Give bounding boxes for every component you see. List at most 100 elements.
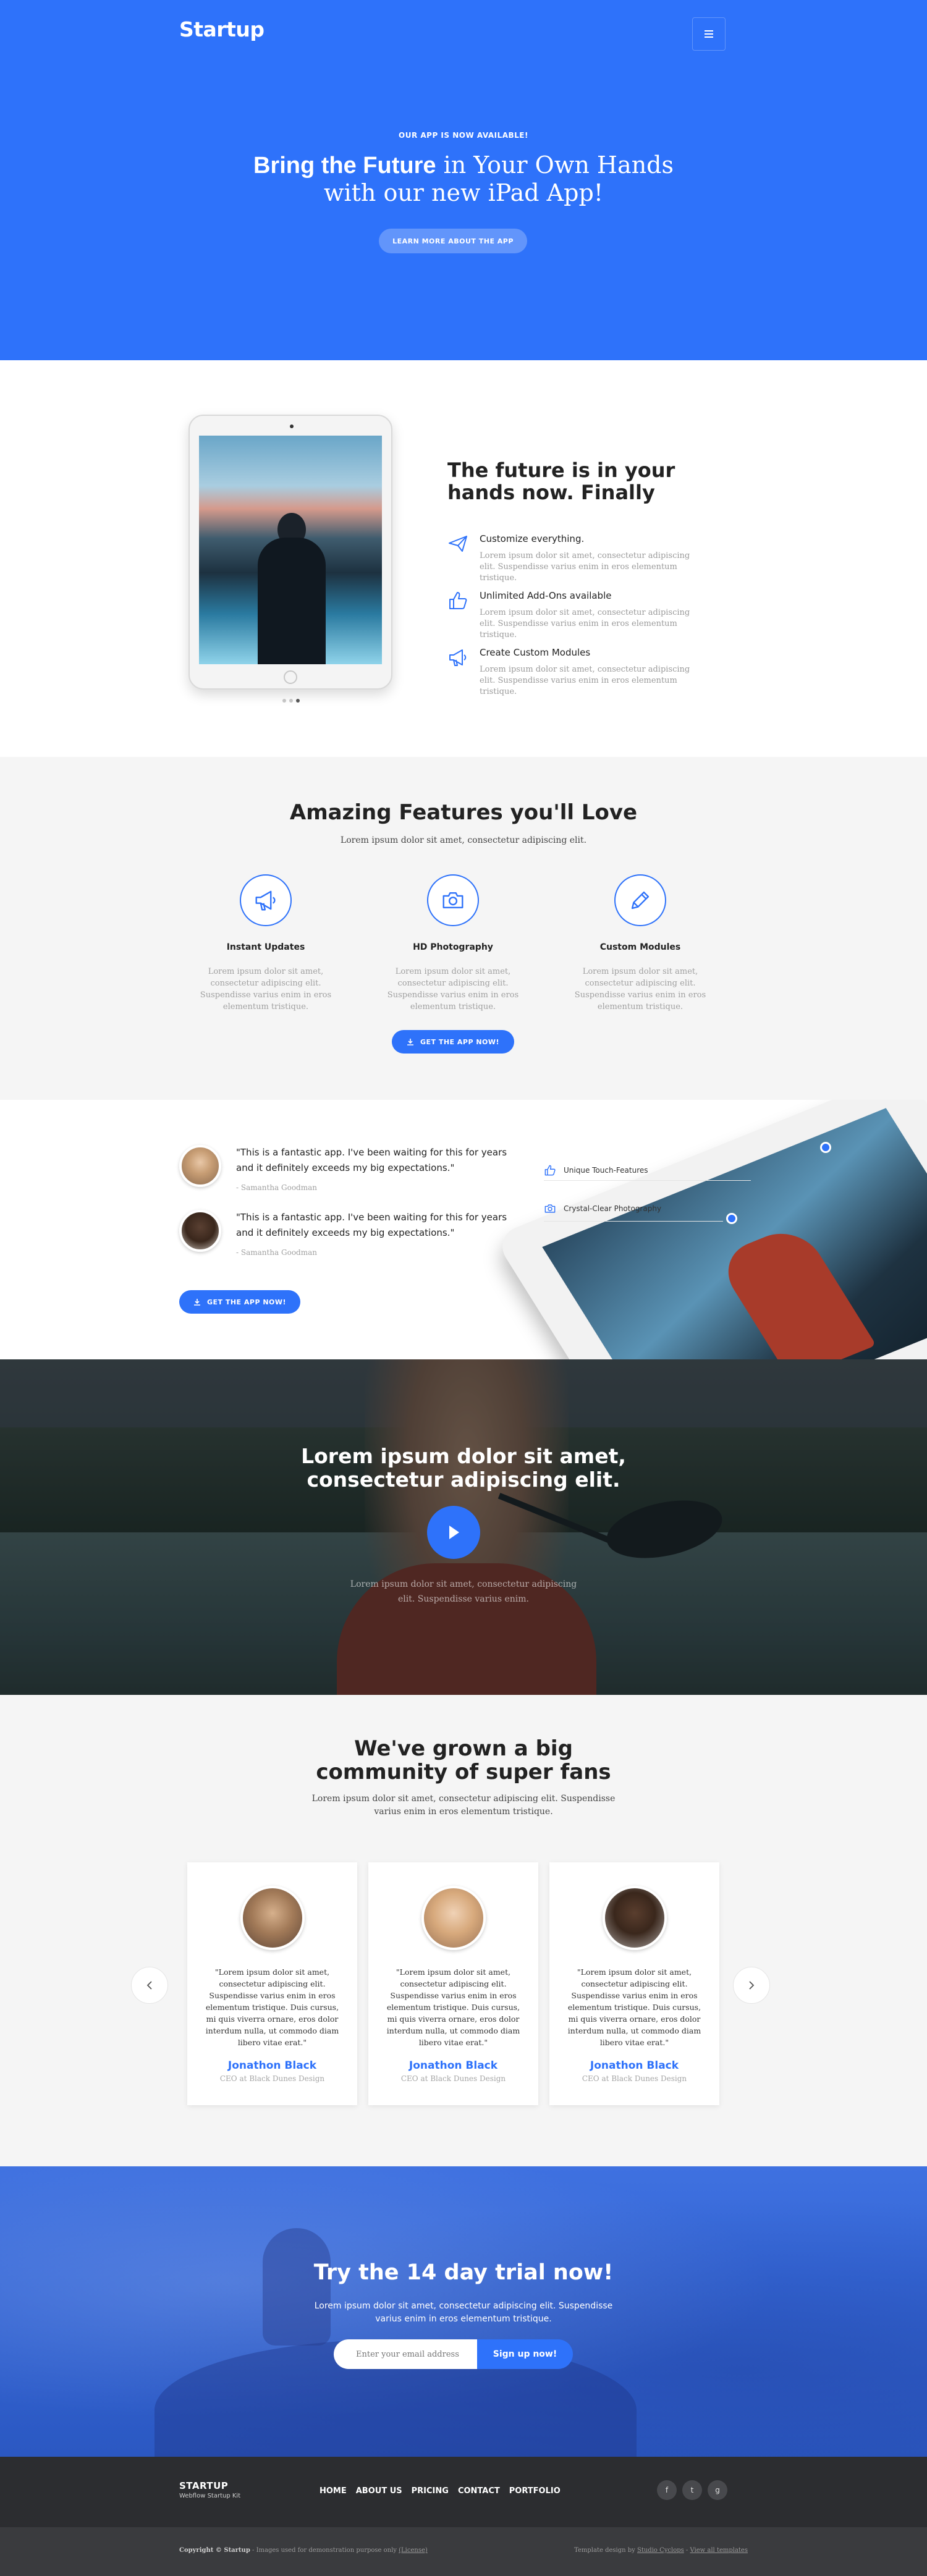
intro-feature: Unlimited Add-Ons available Lorem ipsum …: [447, 590, 707, 641]
hero-section: Startup OUR APP IS NOW AVAILABLE! Bring …: [0, 0, 927, 360]
features-title: Amazing Features you'll Love: [289, 800, 638, 825]
hotspot-label: Crystal-Clear Photography: [544, 1202, 661, 1215]
play-button[interactable]: [427, 1506, 480, 1559]
trial-subtitle-line-1: Lorem ipsum dolor sit amet, consectetur …: [314, 2301, 613, 2311]
community-subtitle: Lorem ipsum dolor sit amet, consectetur …: [0, 1793, 927, 1818]
get-app-button[interactable]: GET THE APP NOW!: [179, 1290, 300, 1314]
thumbs-up-icon: [544, 1165, 556, 1176]
testimonial-section: "This is a fantastic app. I've been wait…: [0, 1100, 927, 1359]
trial-subtitle-line-2: varius enim in eros elementum tristique.: [375, 2314, 552, 2324]
intro-feature-title: Create Custom Modules: [480, 647, 591, 658]
get-app-label: GET THE APP NOW!: [420, 1037, 500, 1046]
thumbs-up-icon: [449, 592, 467, 609]
footer-link-home[interactable]: HOME: [320, 2486, 347, 2496]
intro-title: The future is in your hands now. Finally: [447, 458, 675, 504]
hotspot-label-text: Crystal-Clear Photography: [564, 1204, 662, 1213]
footer-brand[interactable]: STARTUP: [179, 2480, 228, 2491]
feature-title: HD Photography: [413, 942, 493, 952]
hotspot-dot[interactable]: [820, 1142, 831, 1153]
facebook-icon[interactable]: f: [657, 2480, 677, 2500]
footer-link-about[interactable]: ABOUT US: [356, 2486, 402, 2496]
testimonial-card: "Lorem ipsum dolor sit amet, consectetur…: [368, 1862, 538, 2105]
video-title-line-2: consectetur adipiscing elit.: [307, 1467, 620, 1492]
chevron-right-icon: [749, 1981, 755, 1990]
testimonial: "This is a fantastic app. I've been wait…: [179, 1210, 525, 1257]
card-quote: "Lorem ipsum dolor sit amet, consectetur…: [567, 1967, 701, 2047]
testimonial: "This is a fantastic app. I've been wait…: [179, 1145, 525, 1192]
hotspot-label-text: Unique Touch-Features: [564, 1166, 648, 1175]
menu-button[interactable]: [692, 17, 726, 51]
feature-title: Custom Modules: [599, 942, 681, 952]
social-links: f t g: [657, 2480, 727, 2500]
tablet-image: [493, 1100, 927, 1359]
footer: STARTUP Webflow Startup Kit HOME ABOUT U…: [0, 2457, 927, 2527]
ipad-image: [188, 415, 392, 690]
get-app-button[interactable]: GET THE APP NOW!: [392, 1030, 514, 1054]
photo-person: [258, 538, 326, 664]
learn-more-button[interactable]: LEARN MORE ABOUT THE APP: [379, 229, 527, 253]
card-name: Jonathon Black: [227, 2059, 317, 2072]
chevron-left-icon: [146, 1981, 152, 1990]
megaphone-icon: [449, 649, 467, 666]
design-credit: Template design by Studio Cyclops - View…: [574, 2547, 748, 2554]
get-app-label: GET THE APP NOW!: [206, 1298, 287, 1306]
testimonial-quote: "This is a fantastic app. I've been wait…: [236, 1147, 507, 1173]
hotspot-dot[interactable]: [726, 1213, 737, 1224]
hotspot-line: [544, 1180, 751, 1181]
intro-feature-desc: Lorem ipsum dolor sit amet, consectetur …: [480, 608, 690, 640]
twitter-icon[interactable]: t: [682, 2480, 702, 2500]
slider-dot-active[interactable]: [296, 699, 300, 703]
studio-link[interactable]: Studio Cyclops: [637, 2547, 684, 2554]
intro-feature: Create Custom Modules Lorem ipsum dolor …: [447, 647, 707, 698]
email-input[interactable]: [334, 2339, 477, 2369]
community-title-line-1: We've grown a big: [354, 1736, 573, 1761]
feature-desc: Lorem ipsum dolor sit amet, consectetur …: [200, 967, 332, 1011]
signup-button[interactable]: Sign up now!: [477, 2339, 573, 2369]
copyright-note: - Images used for demonstration purpose …: [250, 2547, 399, 2554]
sub-footer: Copyright © Startup - Images used for de…: [0, 2527, 927, 2576]
slider-dot[interactable]: [289, 699, 293, 703]
slider-dots: [282, 699, 300, 703]
feature-title: Instant Updates: [226, 942, 305, 952]
hamburger-icon: [705, 30, 713, 38]
carousel-prev-button[interactable]: [131, 1967, 168, 2004]
trial-subtitle: Lorem ipsum dolor sit amet, consectetur …: [0, 2300, 927, 2326]
footer-tagline: Webflow Startup Kit: [179, 2493, 241, 2499]
card-quote: "Lorem ipsum dolor sit amet, consectetur…: [205, 1967, 339, 2047]
footer-link-pricing[interactable]: PRICING: [412, 2486, 449, 2496]
logo[interactable]: Startup: [179, 17, 265, 41]
ipad-camera: [290, 424, 294, 428]
footer-link-portfolio[interactable]: PORTFOLIO: [509, 2486, 561, 2496]
hero-title-bold: Bring the Future: [253, 153, 436, 179]
testimonial-author: - Samantha Goodman: [236, 1248, 318, 1257]
card-role: CEO at Black Dunes Design: [582, 2074, 687, 2083]
feature-card: HD Photography Lorem ipsum dolor sit ame…: [385, 874, 521, 1013]
avatar: [602, 1886, 667, 1950]
carousel-next-button[interactable]: [733, 1967, 770, 2004]
tablet-screen-photo: [542, 1108, 927, 1359]
ipad-screen-photo: [199, 436, 382, 664]
video-title-line-1: Lorem ipsum dolor sit amet,: [301, 1444, 626, 1468]
license-link[interactable]: (License): [399, 2547, 428, 2554]
templates-link[interactable]: View all templates: [690, 2547, 748, 2554]
slider-dot[interactable]: [282, 699, 286, 703]
design-credit-prefix: Template design by: [574, 2547, 637, 2554]
ipad-home-button: [284, 670, 297, 684]
intro-feature: Customize everything. Lorem ipsum dolor …: [447, 533, 707, 584]
intro-feature-title: Unlimited Add-Ons available: [480, 590, 612, 601]
video-desc: Lorem ipsum dolor sit amet, consectetur …: [0, 1577, 927, 1607]
hero-title-light-2: with our new iPad App!: [323, 179, 604, 206]
google-plus-icon[interactable]: g: [708, 2480, 727, 2500]
intro-feature-desc: Lorem ipsum dolor sit amet, consectetur …: [480, 551, 690, 583]
feature-icon-circle: [240, 874, 292, 926]
camera-icon: [442, 892, 464, 908]
community-section: We've grown a big community of super fan…: [0, 1695, 927, 2166]
card-quote: "Lorem ipsum dolor sit amet, consectetur…: [386, 1967, 520, 2047]
megaphone-icon: [255, 890, 276, 911]
card-role: CEO at Black Dunes Design: [400, 2074, 506, 2083]
footer-nav: HOME ABOUT US PRICING CONTACT PORTFOLIO: [320, 2486, 561, 2496]
hotspot-label: Unique Touch-Features: [544, 1164, 648, 1176]
video-desc-line-1: Lorem ipsum dolor sit amet, consectetur …: [350, 1579, 577, 1589]
footer-link-contact[interactable]: CONTACT: [458, 2486, 500, 2496]
community-subtitle-line-2: varius enim in eros elementum tristique.: [374, 1807, 553, 1817]
